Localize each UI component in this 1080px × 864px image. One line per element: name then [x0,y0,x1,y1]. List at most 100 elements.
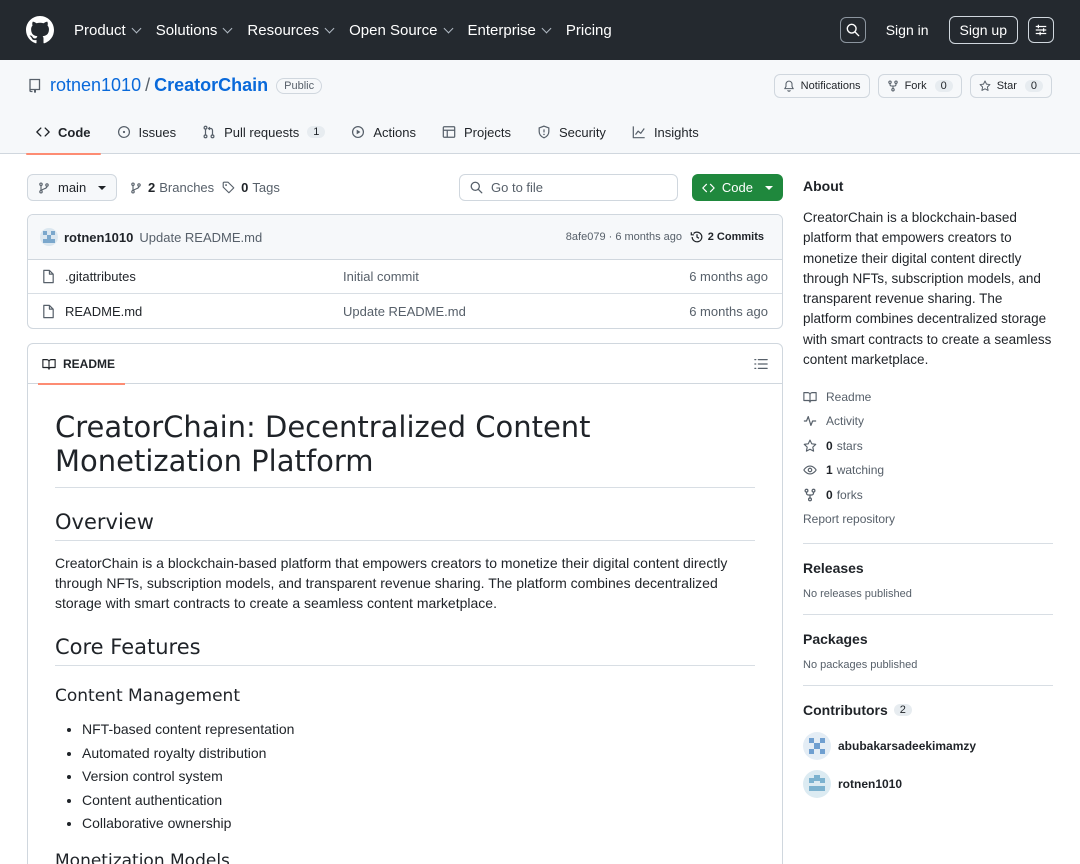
branch-selector[interactable]: main [27,174,118,201]
nav-pricing[interactable]: Pricing [566,22,612,39]
pulse-icon [803,416,817,427]
about-links: Readme Activity 0 stars 1 watching 0 for… [803,384,1053,531]
tab-issues[interactable]: Issues [107,120,187,154]
tab-pull-requests[interactable]: Pull requests 1 [192,120,335,154]
sign-in-link[interactable]: Sign in [886,22,929,38]
code-dropdown-button[interactable]: Code [692,174,783,201]
tab-insights[interactable]: Insights [622,120,709,154]
fork-button[interactable]: Fork 0 [877,74,962,98]
file-row[interactable]: .gitattributes Initial commit 6 months a… [28,260,782,294]
nav-product[interactable]: Product [74,22,142,39]
commits-history-link[interactable]: 2 Commits [690,230,764,244]
activity-link-label: Activity [826,414,865,429]
go-to-file-placeholder: Go to file [491,180,544,195]
nav-solutions[interactable]: Solutions [156,22,233,39]
about-description: CreatorChain is a blockchain-based platf… [803,210,1052,368]
contributor-item[interactable]: abubakarsadeekimamzy [803,732,1053,761]
sign-up-button[interactable]: Sign up [948,16,1018,44]
issue-icon [117,125,130,139]
tab-label: Issues [138,124,177,140]
repo-actions: Notifications Fork 0 Star 0 [773,74,1052,98]
file-commit-link[interactable]: Update README.md [343,304,466,319]
tab-label: Pull requests [224,124,300,140]
contributors-section: Contributors 2 abubakarsadeekimamzy rotn… [803,702,1053,799]
fork-count: 0 [934,80,953,92]
list-item: Collaborative ownership [82,812,755,836]
code-icon [702,183,715,192]
notifications-label: Notifications [800,80,861,92]
packages-heading[interactable]: Packages [803,631,1053,647]
commits-count-label: 2 Commits [707,231,764,243]
book-icon [42,359,56,370]
contributors-count: 2 [893,704,912,717]
releases-section: Releases No releases published [803,560,1053,600]
tags-link[interactable]: 0 Tags [222,180,280,195]
star-button[interactable]: Star 0 [969,74,1052,98]
graph-icon [632,126,645,139]
contributor-item[interactable]: rotnen1010 [803,770,1053,799]
commit-author-link[interactable]: rotnen1010 [64,230,133,245]
tags-label: Tags [252,180,280,195]
command-palette-button[interactable] [1028,17,1054,43]
file-row[interactable]: README.md Update README.md 6 months ago [28,294,782,328]
bell-icon [783,80,794,92]
pull-requests-count: 1 [307,126,326,138]
repo-slash: / [145,75,151,95]
nav-label: Pricing [565,21,612,39]
nav-open-source[interactable]: Open Source [349,22,453,39]
tab-label: Projects [464,124,511,140]
forks-count: 0 [826,487,833,502]
readme-link[interactable]: Readme [803,384,1053,409]
branches-link[interactable]: 2 Branches [130,180,214,195]
play-icon [352,125,365,139]
tab-label: Code [58,124,91,140]
readme-tab[interactable]: README [37,344,126,385]
watching-link[interactable]: 1 watching [803,458,1053,483]
file-commit-link[interactable]: Initial commit [343,269,419,284]
tab-label: Actions [373,124,416,140]
stars-link[interactable]: 0 stars [803,433,1053,458]
tag-icon [222,181,235,194]
contributors-title: Contributors [803,702,888,719]
list-item: Content authentication [82,789,755,813]
readme-header: README [28,344,782,385]
caret-down-icon [98,185,107,190]
book-icon [803,391,817,403]
nav-enterprise[interactable]: Enterprise [468,22,552,39]
github-logo-icon[interactable] [26,16,54,44]
contributors-heading[interactable]: Contributors 2 [803,702,1053,718]
activity-link[interactable]: Activity [803,409,1053,434]
repo-name-link[interactable]: CreatorChain [154,75,268,96]
tab-security[interactable]: Security [527,120,616,154]
releases-heading[interactable]: Releases [803,560,1053,576]
tab-label: Insights [653,124,699,140]
notifications-button[interactable]: Notifications [773,74,870,98]
list-icon[interactable] [754,357,768,371]
shield-icon [538,125,550,139]
file-name-link[interactable]: README.md [65,304,142,319]
search-button[interactable] [839,17,866,43]
commit-hash-time[interactable]: 8afe079 · 6 months ago [566,231,682,243]
watching-count: 1 [826,463,833,478]
nav-resources[interactable]: Resources [247,22,335,39]
author-avatar[interactable] [40,228,58,246]
branch-name: main [58,180,87,195]
chevron-down-icon [324,23,335,33]
forks-link[interactable]: 0 forks [803,482,1053,507]
packages-section: Packages No packages published [803,631,1053,671]
tab-projects[interactable]: Projects [432,120,521,154]
file-icon [43,304,54,318]
tags-count: 0 [241,180,249,195]
go-to-file-input[interactable]: Go to file [459,174,678,201]
divider [803,543,1053,545]
tab-code[interactable]: Code [26,120,101,155]
branches-label: Branches [159,180,215,195]
file-name-link[interactable]: .gitattributes [65,269,136,284]
report-repository-link[interactable]: Report repository [803,507,1053,532]
chevron-down-icon [131,23,142,33]
tab-actions[interactable]: Actions [341,120,426,154]
table-icon [442,126,456,138]
code-icon [36,127,50,137]
repo-owner-link[interactable]: rotnen1010 [50,75,141,96]
commit-message-link[interactable]: Update README.md [139,230,262,245]
